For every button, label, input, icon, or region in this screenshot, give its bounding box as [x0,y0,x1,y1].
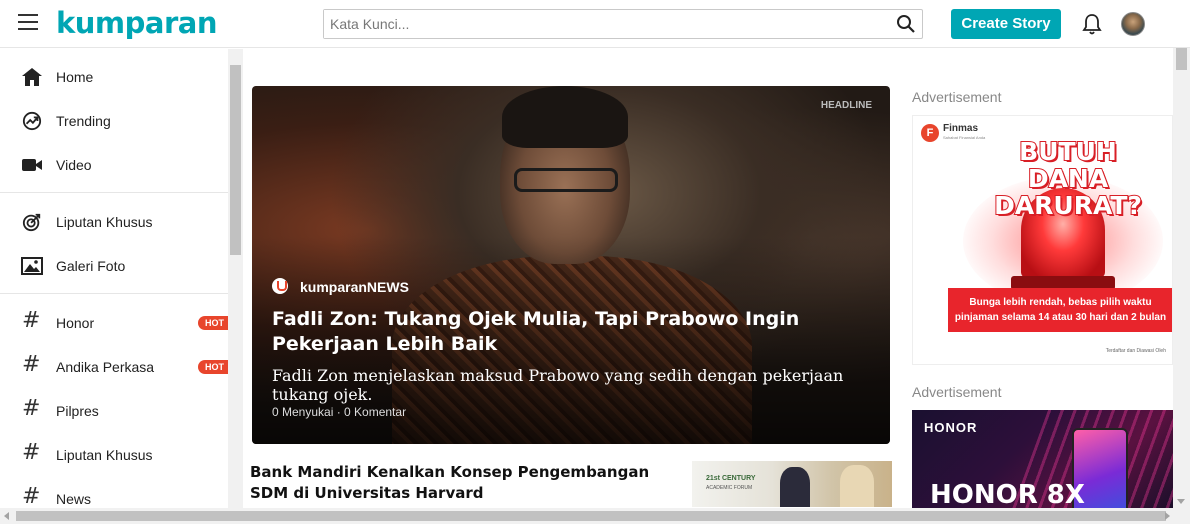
honor-ad[interactable]: HONOR HONOR 8X [912,410,1173,510]
sidebar-divider [0,192,228,193]
finmas-body: Bunga lebih rendah, bebas pilih waktu pi… [948,288,1172,332]
story-title[interactable]: Bank Mandiri Kenalkan Konsep Pengembanga… [250,462,680,504]
page-scroll-thumb[interactable] [1176,48,1187,70]
thumbnail-person [780,467,810,507]
finmas-brand: Finmas [943,123,979,134]
headline-photo-hair [502,86,628,148]
sidebar-item-label: Liputan Khusus [56,447,153,463]
page-vertical-scrollbar[interactable] [1173,48,1190,508]
video-icon [22,159,42,171]
finmas-headline: BUTUH DANA DARURAT? [993,137,1143,220]
scroll-right-arrow-icon[interactable] [1165,512,1170,520]
headline-card[interactable]: HEADLINE kumparanNEWS Fadli Zon: Tukang … [252,86,890,444]
finmas-logo-icon: F [921,124,939,142]
headline-meta: 0 Menyukai · 0 Komentar [272,405,407,419]
hashtag-icon: # [22,352,41,377]
hot-badge: HOT [198,360,228,374]
hashtag-icon: # [22,440,41,465]
sidebar-item-label: Home [56,69,94,85]
sidebar-item-label: Liputan Khusus [56,214,153,230]
honor-brand: HONOR [924,420,978,435]
ad-label: Advertisement [912,384,1002,400]
ad-label: Advertisement [912,89,1002,105]
sidebar-item-galeri-foto[interactable]: Galeri Foto [0,244,228,288]
home-icon [22,68,42,86]
finmas-ad[interactable]: F Finmas Sahabat Finansial Anda BUTUH DA… [912,115,1173,365]
create-story-button[interactable]: Create Story [951,9,1061,39]
sidebar-item-trending[interactable]: Trending [0,99,228,143]
sidebar-item-topic[interactable]: # Andika Perkasa HOT [0,345,228,389]
honor-model: HONOR 8X [930,480,1085,510]
sidebar-item-label: Pilpres [56,403,99,419]
story-thumbnail[interactable]: 21st CENTURY ACADEMIC FORUM [692,461,892,507]
hot-badge: HOT [198,316,228,330]
page-horizontal-scrollbar[interactable] [0,508,1190,524]
headline-title[interactable]: Fadli Zon: Tukang Ojek Mulia, Tapi Prabo… [272,307,882,357]
sidebar-scrollbar[interactable] [228,49,243,524]
sidebar-item-video[interactable]: Video [0,143,228,187]
search-input[interactable] [324,10,884,38]
hashtag-icon: # [22,484,41,509]
scroll-left-arrow-icon[interactable] [4,512,9,520]
avatar[interactable] [1121,12,1145,36]
search-icon[interactable] [896,14,916,34]
menu-icon[interactable] [18,14,38,32]
bell-icon[interactable] [1082,13,1102,35]
target-icon [22,213,41,232]
headline-photo-glasses [514,168,618,192]
search-box [323,9,923,39]
headline-description: Fadli Zon menjelaskan maksud Prabowo yan… [272,366,844,404]
thumbnail-text: ACADEMIC FORUM [706,485,753,491]
horizontal-scroll-thumb[interactable] [16,511,1166,521]
sidebar-item-topic[interactable]: # Honor HOT [0,301,228,345]
sidebar-item-label: Trending [56,113,111,129]
sidebar-item-topic[interactable]: # Pilpres [0,389,228,433]
sidebar: Home Trending Video Liputan Khusus Galer… [0,49,243,524]
trending-icon [22,111,42,131]
thumbnail-person [840,465,874,507]
sidebar-item-home[interactable]: Home [0,55,228,99]
logo[interactable]: kumparan [56,6,218,40]
image-icon [21,257,43,275]
scroll-down-arrow-icon[interactable] [1177,499,1185,504]
sidebar-item-label: Video [56,157,92,173]
sidebar-divider [0,293,228,294]
source-logo-icon [272,278,288,294]
hashtag-icon: # [22,308,41,333]
top-bar: kumparan Create Story [0,0,1190,48]
hashtag-icon: # [22,396,41,421]
sidebar-item-label: Honor [56,315,95,331]
finmas-footer: Terdaftar dan Diawasi Oleh [1105,348,1166,354]
headline-tag: HEADLINE [820,100,872,111]
headline-source[interactable]: kumparanNEWS [300,279,409,295]
thumbnail-text: 21st CENTURY [706,475,756,482]
sidebar-item-liputan-khusus[interactable]: Liputan Khusus [0,200,228,244]
sidebar-item-label: News [56,491,92,507]
finmas-brand-sub: Sahabat Finansial Anda [943,135,986,140]
sidebar-item-label: Andika Perkasa [56,359,155,375]
sidebar-scroll-thumb[interactable] [230,65,241,255]
sidebar-item-topic[interactable]: # Liputan Khusus [0,433,228,477]
sidebar-item-label: Galeri Foto [56,258,126,274]
